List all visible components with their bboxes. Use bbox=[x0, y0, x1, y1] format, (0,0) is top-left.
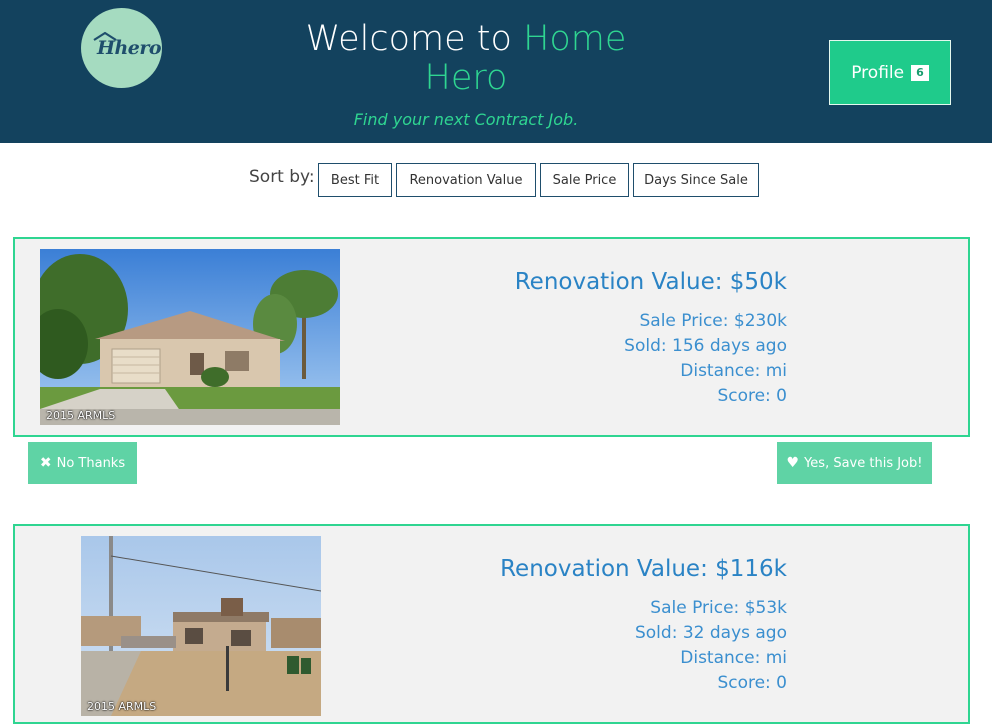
listing-info: Renovation Value: $50k Sale Price: $230k… bbox=[515, 269, 787, 409]
listing-photo[interactable]: 2015 ARMLS bbox=[40, 249, 340, 425]
page-title: Welcome to Home Hero bbox=[290, 20, 642, 98]
sold-days: Sold: 32 days ago bbox=[634, 623, 787, 643]
distance: Distance: mi bbox=[680, 361, 787, 381]
home-hero-logo[interactable]: Hhero bbox=[81, 8, 162, 88]
sort-sale-price-button[interactable]: Sale Price bbox=[540, 163, 629, 197]
score: Score: 0 bbox=[717, 386, 787, 406]
listing-photo[interactable]: 2015 ARMLS bbox=[81, 536, 321, 716]
profile-count-badge: 6 bbox=[911, 64, 929, 81]
sort-days-since-sale-button[interactable]: Days Since Sale bbox=[633, 163, 759, 197]
profile-label: Profile bbox=[851, 62, 905, 83]
house-photo-image bbox=[40, 249, 340, 425]
listing-card[interactable]: 2015 ARMLS Renovation Value: $116k Sale … bbox=[13, 524, 970, 724]
photo-watermark: 2015 ARMLS bbox=[46, 409, 116, 422]
heart-icon: ♥ bbox=[786, 455, 800, 471]
no-thanks-button[interactable]: ✖ No Thanks bbox=[28, 442, 137, 484]
logo-text: Hhero bbox=[97, 37, 162, 59]
save-job-button[interactable]: ♥ Yes, Save this Job! bbox=[777, 442, 932, 484]
save-job-label: Yes, Save this Job! bbox=[804, 455, 923, 471]
sort-renovation-value-button[interactable]: Renovation Value bbox=[396, 163, 536, 197]
sort-label: Sort by: bbox=[249, 167, 315, 187]
sort-best-fit-button[interactable]: Best Fit bbox=[318, 163, 392, 197]
house-photo-image bbox=[81, 536, 321, 716]
renovation-value: Renovation Value: $116k bbox=[500, 556, 787, 582]
site-header: Hhero Welcome to Home Hero Find your nex… bbox=[0, 0, 992, 143]
profile-button[interactable]: Profile 6 bbox=[829, 40, 951, 105]
sold-days: Sold: 156 days ago bbox=[624, 336, 787, 356]
distance: Distance: mi bbox=[680, 648, 787, 668]
sale-price: Sale Price: $53k bbox=[650, 598, 787, 618]
listing-info: Renovation Value: $116k Sale Price: $53k… bbox=[500, 556, 787, 696]
tagline: Find your next Contract Job. bbox=[353, 110, 579, 129]
no-thanks-label: No Thanks bbox=[56, 455, 126, 471]
times-icon: ✖ bbox=[39, 455, 52, 471]
title-prefix: Welcome to bbox=[305, 19, 524, 59]
sale-price: Sale Price: $230k bbox=[639, 311, 787, 331]
listing-card[interactable]: 2015 ARMLS Renovation Value: $50k Sale P… bbox=[13, 237, 970, 437]
renovation-value: Renovation Value: $50k bbox=[514, 269, 787, 295]
photo-watermark: 2015 ARMLS bbox=[87, 700, 157, 713]
score: Score: 0 bbox=[717, 673, 787, 693]
